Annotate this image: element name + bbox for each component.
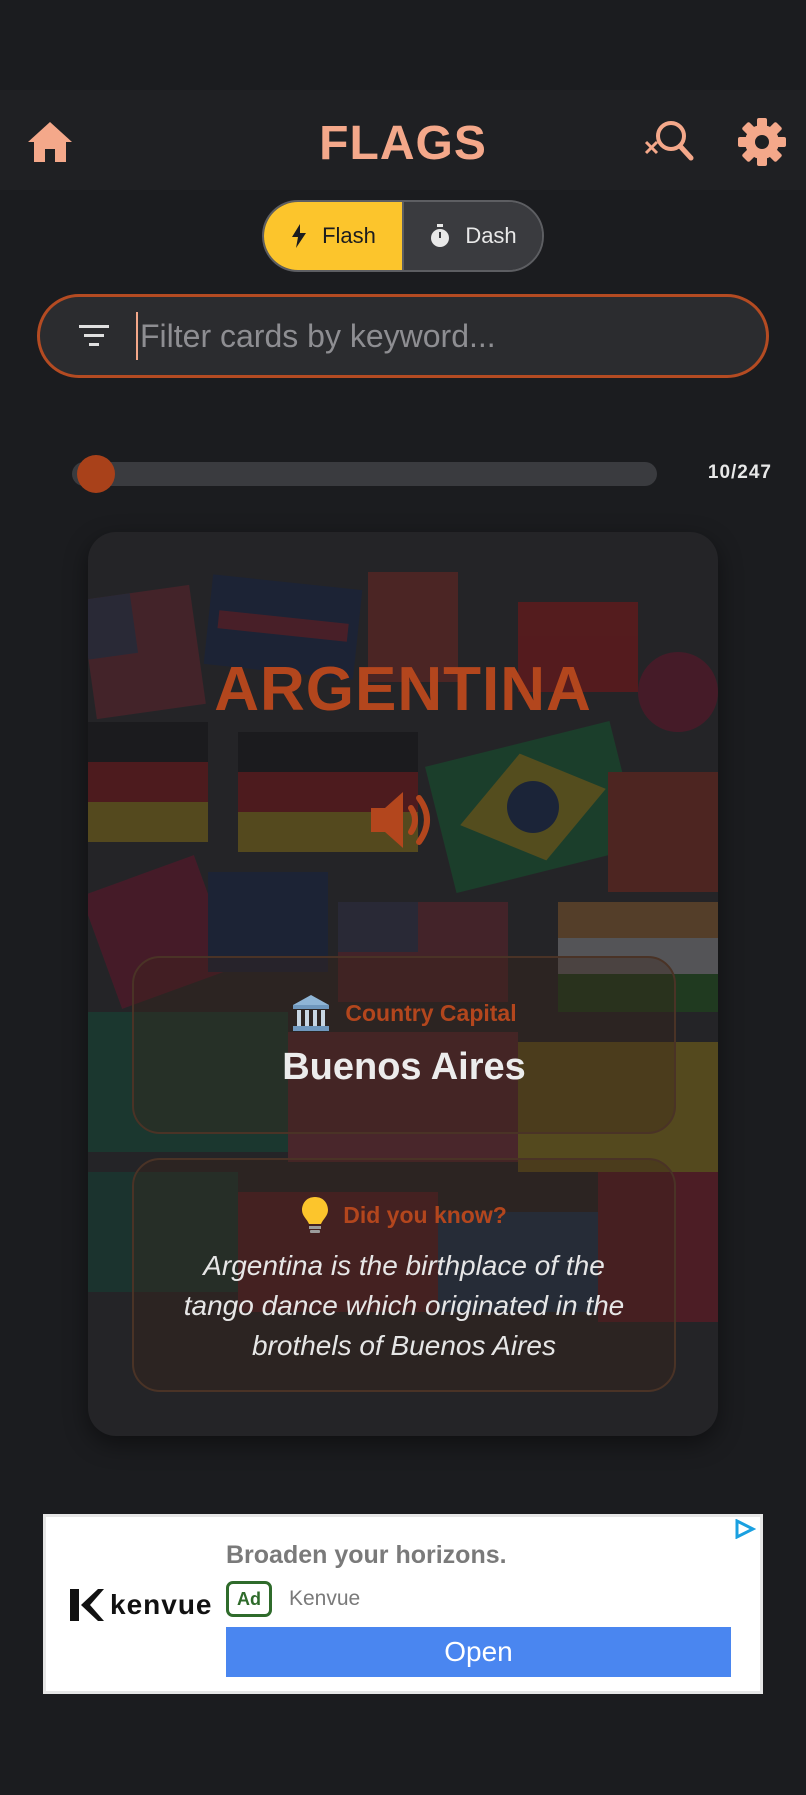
speaker-icon [371, 792, 430, 848]
ad-open-button[interactable]: Open [226, 1627, 731, 1677]
fact-label: Did you know? [343, 1201, 507, 1228]
search-reset-button[interactable] [640, 114, 696, 170]
pronounce-button[interactable] [365, 782, 441, 858]
stopwatch-icon [431, 224, 450, 247]
progress-slider-handle[interactable] [76, 455, 115, 493]
ad-title: Broaden your horizons. [226, 1541, 507, 1569]
mode-toggle: Flash Dash [262, 200, 544, 272]
fact-box: Did you know? Argentina is the birthplac… [132, 1158, 676, 1392]
lightning-icon [292, 224, 307, 248]
search-box [37, 294, 769, 378]
flash-mode-button[interactable]: Flash [264, 202, 404, 270]
progress-count: 10/247 [707, 462, 772, 483]
progress-slider[interactable] [72, 455, 657, 493]
country-name: ARGENTINA [214, 655, 592, 724]
lightbulb-icon [302, 1197, 329, 1233]
ad-choices-button[interactable] [734, 1518, 757, 1544]
filter-icon [79, 325, 109, 346]
dash-mode-label: Dash [465, 223, 517, 248]
advertiser-logo-text: kenvue [110, 1589, 213, 1620]
ad-choices-icon [735, 1518, 757, 1540]
app-bar: FLAGS [0, 90, 806, 190]
capital-box: Country Capital Buenos Aires [132, 956, 676, 1134]
search-x-icon [644, 121, 694, 161]
dash-mode-button[interactable]: Dash [404, 202, 542, 270]
advertiser-logo: kenvue [70, 1589, 213, 1621]
kenvue-logo-icon [70, 1589, 104, 1621]
fact-header: Did you know? [134, 1196, 674, 1234]
settings-button[interactable] [734, 114, 790, 170]
fact-text: Argentina is the birthplace of the tango… [183, 1250, 625, 1361]
ad-badge: Ad [226, 1581, 272, 1617]
flash-card[interactable]: ARGENTINA Country Capital Buenos Aires D… [88, 532, 718, 1436]
capital-header: Country Capital [134, 994, 674, 1032]
gear-icon [738, 118, 786, 166]
flash-mode-label: Flash [322, 223, 376, 248]
ad-banner[interactable]: kenvue Broaden your horizons. Ad Kenvue … [43, 1514, 763, 1694]
building-icon [293, 995, 330, 1031]
search-input[interactable] [136, 312, 766, 360]
page: FLAGS Flash Dash Filter cards by keyword… [0, 0, 806, 1795]
ad-advertiser-name: Kenvue [289, 1587, 361, 1610]
filter-button[interactable] [64, 325, 124, 347]
capital-label: Country Capital [345, 999, 517, 1026]
capital-value: Buenos Aires [282, 1046, 526, 1088]
